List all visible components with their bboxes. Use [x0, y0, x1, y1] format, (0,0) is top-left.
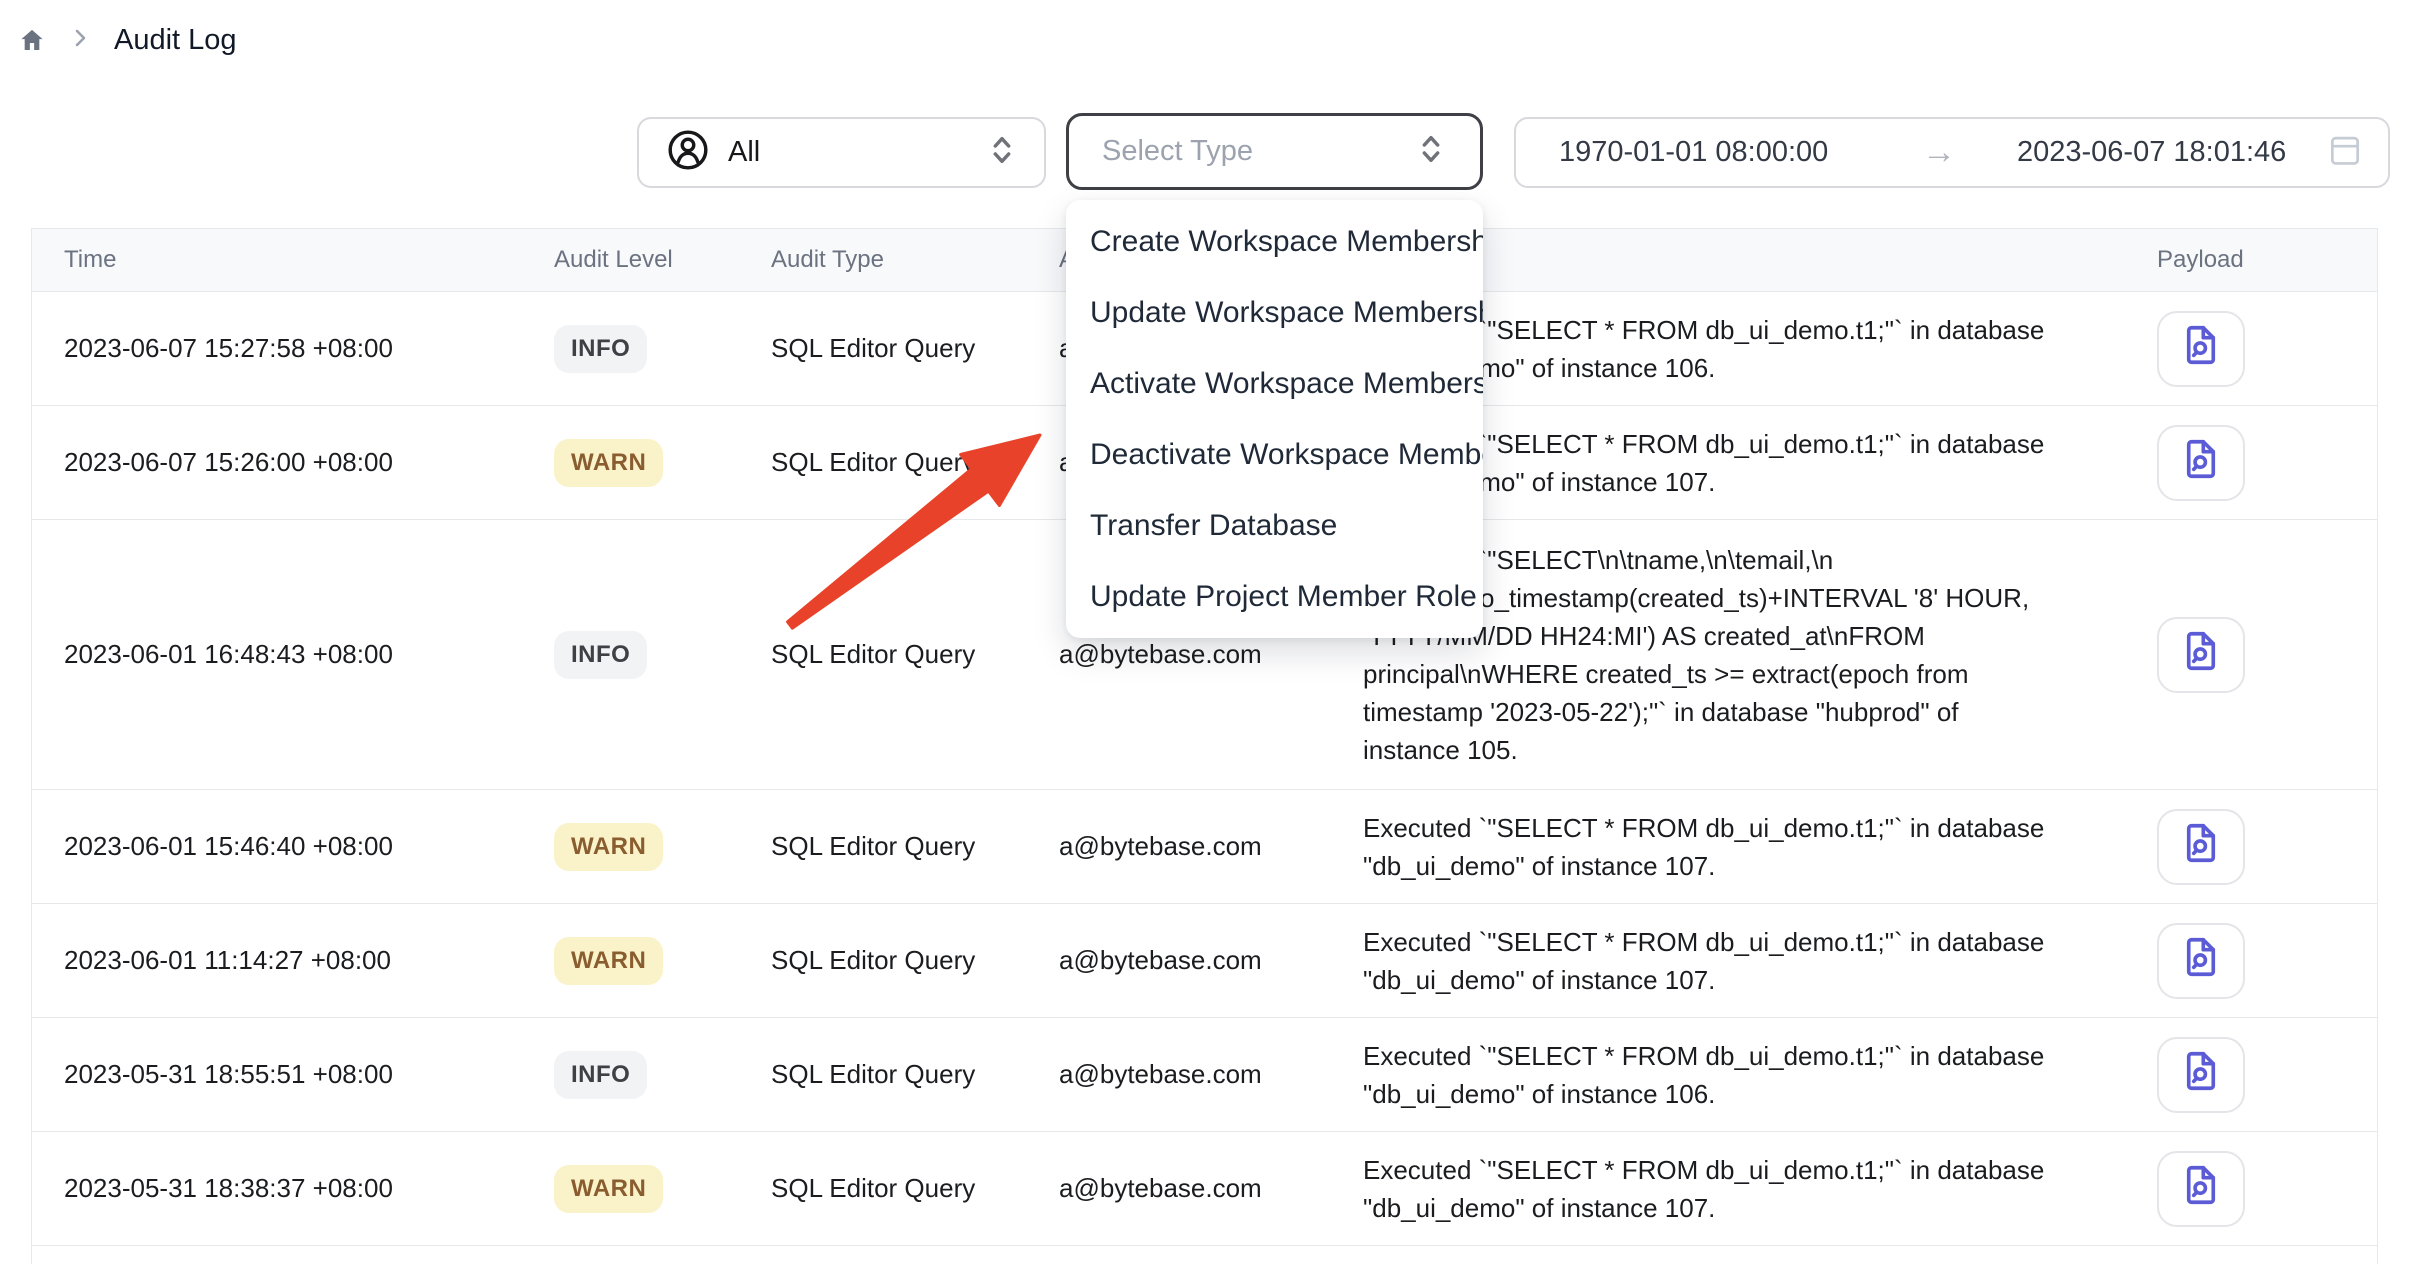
- person-circle-icon: [665, 127, 711, 178]
- view-payload-button[interactable]: [2157, 425, 2245, 501]
- annotation-arrow: [770, 425, 1060, 645]
- actor-filter-select[interactable]: All: [637, 117, 1046, 188]
- file-search-icon: [2178, 1160, 2224, 1217]
- level-badge: INFO: [554, 631, 647, 679]
- type-dropdown-option[interactable]: Activate Workspace Membership: [1066, 348, 1483, 419]
- cell-comment: Executed `"SELECT * FROM db_ui_demo.t1;"…: [1349, 1132, 2141, 1245]
- level-badge: WARN: [554, 823, 663, 871]
- cell-comment: Executed `"SELECT * FROM db_ui_demo.t1;"…: [1349, 1018, 2141, 1131]
- table-row: 2023-06-01 15:46:40 +08:00 WARN SQL Edit…: [32, 790, 2377, 904]
- file-search-icon: [2178, 626, 2224, 683]
- cell-actor: a@bytebase.com: [1045, 904, 1349, 1017]
- cell-time: 2023-06-01 11:14:27 +08:00: [32, 904, 541, 1017]
- cell-actor: a@bytebase.com: [1045, 790, 1349, 903]
- type-dropdown-menu: Create Workspace MembershipUpdate Worksp…: [1066, 200, 1483, 638]
- file-search-icon: [2178, 320, 2224, 377]
- table-row: 2023-05-31 18:55:51 +08:00 INFO SQL Edit…: [32, 1018, 2377, 1132]
- chevron-updown-icon: [986, 132, 1018, 173]
- file-search-icon: [2178, 1046, 2224, 1103]
- breadcrumb: Audit Log: [18, 24, 237, 57]
- actor-filter-value: All: [728, 136, 760, 169]
- cell-type: SQL Editor Query: [757, 1018, 1045, 1131]
- view-payload-button[interactable]: [2157, 617, 2245, 693]
- cell-time: 2023-05-31 18:55:51 +08:00: [32, 1018, 541, 1131]
- cell-type: SQL Editor Query: [757, 904, 1045, 1017]
- cell-type: SQL Editor Query: [757, 790, 1045, 903]
- cell-time: 2023-06-01 16:48:43 +08:00: [32, 520, 541, 789]
- view-payload-button[interactable]: [2157, 1037, 2245, 1113]
- cell-actor: a@bytebase.com: [1045, 1132, 1349, 1245]
- type-dropdown-option[interactable]: Update Workspace Membership: [1066, 277, 1483, 348]
- type-dropdown-option[interactable]: Update Project Member Role: [1066, 561, 1483, 632]
- cell-type: SQL Editor Query: [757, 1132, 1045, 1245]
- cell-time: 2023-05-31 18:38:37 +08:00: [32, 1132, 541, 1245]
- cell-time: 2023-06-07 15:26:00 +08:00: [32, 406, 541, 519]
- level-badge: INFO: [554, 325, 647, 373]
- table-row: 2023-05-31 18:38:37 +08:00 WARN SQL Edit…: [32, 1132, 2377, 1246]
- view-payload-button[interactable]: [2157, 923, 2245, 999]
- file-search-icon: [2178, 434, 2224, 491]
- view-payload-button[interactable]: [2157, 809, 2245, 885]
- arrow-right-icon: →: [1922, 133, 2017, 172]
- type-dropdown-option[interactable]: Transfer Database: [1066, 490, 1483, 561]
- cell-time: 2023-06-01 15:46:40 +08:00: [32, 790, 541, 903]
- page-title: Audit Log: [114, 24, 237, 57]
- partial-row: [32, 1246, 2377, 1264]
- table-row: 2023-06-01 11:14:27 +08:00 WARN SQL Edit…: [32, 904, 2377, 1018]
- file-search-icon: [2178, 932, 2224, 989]
- level-badge: WARN: [554, 1165, 663, 1213]
- view-payload-button[interactable]: [2157, 1151, 2245, 1227]
- type-filter-placeholder: Select Type: [1102, 135, 1253, 168]
- date-range-picker[interactable]: 1970-01-01 08:00:00 → 2023-06-07 18:01:4…: [1514, 117, 2390, 188]
- home-icon[interactable]: [18, 27, 46, 54]
- view-payload-button[interactable]: [2157, 311, 2245, 387]
- calendar-icon: [2326, 131, 2364, 174]
- audit-log-page: Audit Log All Select Type 1970-01-01 08:…: [0, 0, 2410, 1268]
- date-range-end[interactable]: 2023-06-07 18:01:46: [2017, 136, 2326, 169]
- level-badge: WARN: [554, 439, 663, 487]
- type-dropdown-option[interactable]: Deactivate Workspace Membership: [1066, 419, 1483, 490]
- chevron-updown-icon: [1415, 131, 1447, 172]
- cell-actor: a@bytebase.com: [1045, 1018, 1349, 1131]
- type-dropdown-option[interactable]: Create Workspace Membership: [1066, 206, 1483, 277]
- date-range-start[interactable]: 1970-01-01 08:00:00: [1559, 136, 1922, 169]
- cell-comment: Executed `"SELECT * FROM db_ui_demo.t1;"…: [1349, 790, 2141, 903]
- col-header-payload: Payload: [2141, 229, 2379, 291]
- col-header-audit-level: Audit Level: [541, 229, 757, 291]
- level-badge: INFO: [554, 1051, 647, 1099]
- chevron-right-icon: [68, 26, 92, 55]
- cell-time: 2023-06-07 15:27:58 +08:00: [32, 292, 541, 405]
- type-filter-select[interactable]: Select Type: [1066, 113, 1483, 190]
- level-badge: WARN: [554, 937, 663, 985]
- col-header-audit-type: Audit Type: [757, 229, 1045, 291]
- cell-type: SQL Editor Query: [757, 292, 1045, 405]
- cell-comment: Executed `"SELECT * FROM db_ui_demo.t1;"…: [1349, 904, 2141, 1017]
- file-search-icon: [2178, 818, 2224, 875]
- col-header-time: Time: [32, 229, 541, 291]
